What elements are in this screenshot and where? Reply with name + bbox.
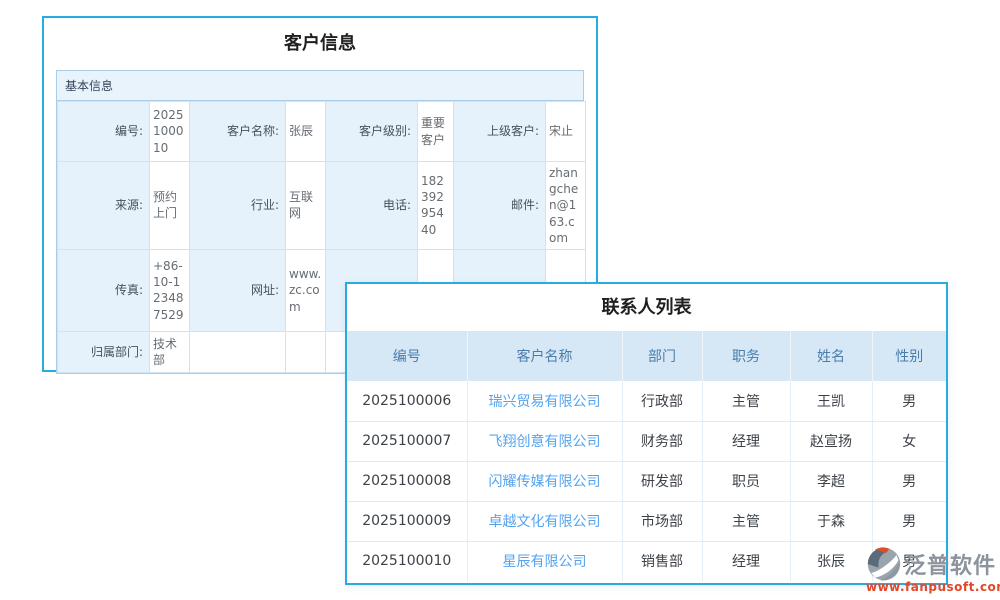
contact-list-title: 联系人列表 (347, 284, 946, 331)
empty-cell (286, 331, 326, 372)
field-value-parent-customer: 宋止 (546, 102, 586, 162)
cell-customer-name[interactable]: 卓越文化有限公司 (467, 501, 622, 541)
field-label-source: 来源: (58, 162, 150, 250)
cell-position: 职员 (702, 461, 790, 501)
cell-position: 主管 (702, 501, 790, 541)
cell-name: 王凯 (790, 381, 872, 421)
table-row: 2025100010星辰有限公司销售部经理张辰男 (347, 541, 946, 581)
cell-name: 李超 (790, 461, 872, 501)
fanpu-logo-icon (866, 546, 902, 582)
desktop: { "customer_info": { "title": "客户信息", "s… (0, 0, 1000, 600)
contact-list-table: 编号 客户名称 部门 职务 姓名 性别 2025100006 瑞兴贸易有限公司 行政… (347, 331, 946, 581)
table-row: 2025100008 闪耀传媒有限公司 研发部职员李超男 (347, 461, 946, 501)
field-value-department: 技术部 (150, 331, 190, 372)
column-header-customer-name: 客户名称 (467, 331, 622, 381)
cell-department: 市场部 (622, 501, 702, 541)
column-header-gender: 性别 (872, 331, 946, 381)
column-header-position: 职务 (702, 331, 790, 381)
field-label-website: 网址: (190, 249, 286, 331)
column-header-name: 姓名 (790, 331, 872, 381)
field-value-email: zhangchen@163.com (546, 162, 586, 250)
field-label-industry: 行业: (190, 162, 286, 250)
watermark: 泛普软件 www.fanpusoft.com (866, 546, 1000, 594)
cell-position: 经理 (702, 541, 790, 581)
cell-name: 赵宣扬 (790, 421, 872, 461)
cell-customer-name[interactable]: 瑞兴贸易有限公司 (467, 381, 622, 421)
cell-number: 2025100010 (347, 541, 467, 581)
field-label-parent-customer: 上级客户: (454, 102, 546, 162)
watermark-brand: 泛普软件 (904, 548, 996, 580)
field-value-customer-level: 重要客户 (418, 102, 454, 162)
field-value-number: 2025100010 (150, 102, 190, 162)
form-row: 来源: 预约上门 行业: 互联网 电话: 18239295440 邮件: zha… (58, 162, 586, 250)
contact-list-panel: 联系人列表 编号 客户名称 部门 职务 姓名 性别 2025100006 瑞兴贸易… (345, 282, 948, 585)
field-value-source: 预约上门 (150, 162, 190, 250)
cell-gender: 女 (872, 421, 946, 461)
table-header-row: 编号 客户名称 部门 职务 姓名 性别 (347, 331, 946, 381)
customer-name-link[interactable]: 卓越文化有限公司 (489, 514, 601, 530)
table-row: 2025100009 卓越文化有限公司 市场部主管于森男 (347, 501, 946, 541)
field-label-customer-level: 客户级别: (326, 102, 418, 162)
field-value-fax: +86-10-123487529 (150, 249, 190, 331)
customer-name-link[interactable]: 飞翔创意有限公司 (489, 434, 601, 450)
customer-name-link[interactable]: 瑞兴贸易有限公司 (489, 394, 601, 410)
customer-name-link[interactable]: 星辰有限公司 (503, 554, 587, 570)
field-value-customer-name: 张辰 (286, 102, 326, 162)
field-label-customer-name: 客户名称: (190, 102, 286, 162)
cell-number: 2025100007 (347, 421, 467, 461)
cell-name: 张辰 (790, 541, 872, 581)
empty-cell (190, 331, 286, 372)
cell-customer-name[interactable]: 星辰有限公司 (467, 541, 622, 581)
cell-number: 2025100009 (347, 501, 467, 541)
column-header-department: 部门 (622, 331, 702, 381)
field-label-phone: 电话: (326, 162, 418, 250)
cell-gender: 男 (872, 461, 946, 501)
cell-department: 研发部 (622, 461, 702, 501)
cell-number: 2025100006 (347, 381, 467, 421)
field-value-website: www.zc.com (286, 249, 326, 331)
watermark-url: www.fanpusoft.com (866, 580, 1000, 594)
cell-position: 主管 (702, 381, 790, 421)
cell-name: 于森 (790, 501, 872, 541)
contact-rows: 2025100006瑞兴贸易有限公司行政部主管王凯男2025100007飞翔创意… (347, 381, 946, 581)
cell-department: 行政部 (622, 381, 702, 421)
basic-info-header: 基本信息 (57, 71, 583, 101)
field-label-number: 编号: (58, 102, 150, 162)
customer-info-title: 客户信息 (44, 18, 596, 70)
cell-position: 经理 (702, 421, 790, 461)
cell-department: 财务部 (622, 421, 702, 461)
field-label-fax: 传真: (58, 249, 150, 331)
cell-department: 销售部 (622, 541, 702, 581)
form-row: 编号: 2025100010 客户名称: 张辰 客户级别: 重要客户 上级客户:… (58, 102, 586, 162)
cell-customer-name[interactable]: 闪耀传媒有限公司 (467, 461, 622, 501)
cell-customer-name[interactable]: 飞翔创意有限公司 (467, 421, 622, 461)
table-row: 2025100007 飞翔创意有限公司 财务部经理赵宣扬女 (347, 421, 946, 461)
field-value-phone: 18239295440 (418, 162, 454, 250)
field-label-department: 归属部门: (58, 331, 150, 372)
table-row: 2025100006 瑞兴贸易有限公司 行政部主管王凯男 (347, 381, 946, 421)
cell-gender: 男 (872, 381, 946, 421)
cell-gender: 男 (872, 501, 946, 541)
customer-name-link[interactable]: 闪耀传媒有限公司 (489, 474, 601, 490)
field-label-email: 邮件: (454, 162, 546, 250)
cell-number: 2025100008 (347, 461, 467, 501)
field-value-industry: 互联网 (286, 162, 326, 250)
column-header-number: 编号 (347, 331, 467, 381)
